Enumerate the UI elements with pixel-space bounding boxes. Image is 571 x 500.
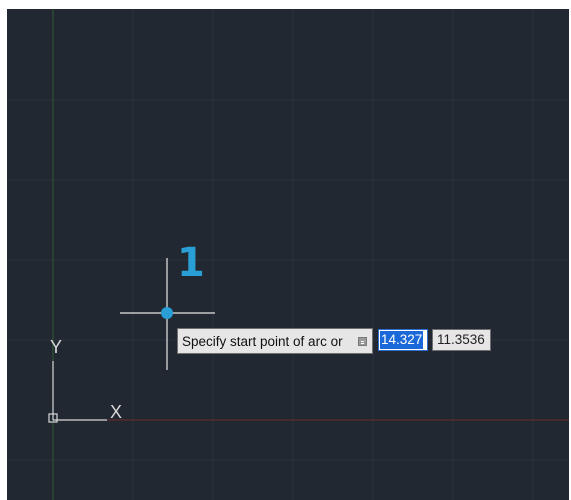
ucs-x-label: X [110, 402, 122, 422]
x-coordinate-input[interactable]: 14.327 [378, 329, 428, 351]
y-coordinate-input[interactable]: 11.3536 [432, 329, 491, 351]
prompt-text: Specify start point of arc or [182, 334, 343, 349]
dynamic-input-prompt: Specify start point of arc or [177, 328, 373, 354]
down-arrow-options-icon[interactable] [358, 337, 367, 346]
drawing-canvas[interactable]: Y X [7, 9, 569, 500]
step-number-label: 1 [177, 240, 205, 286]
snap-point-marker [161, 307, 173, 319]
x-coordinate-value: 14.327 [380, 331, 424, 349]
grid-lines [7, 9, 569, 500]
ucs-icon [48, 361, 107, 423]
ucs-y-label: Y [50, 337, 62, 357]
canvas-svg: Y X [7, 9, 569, 500]
